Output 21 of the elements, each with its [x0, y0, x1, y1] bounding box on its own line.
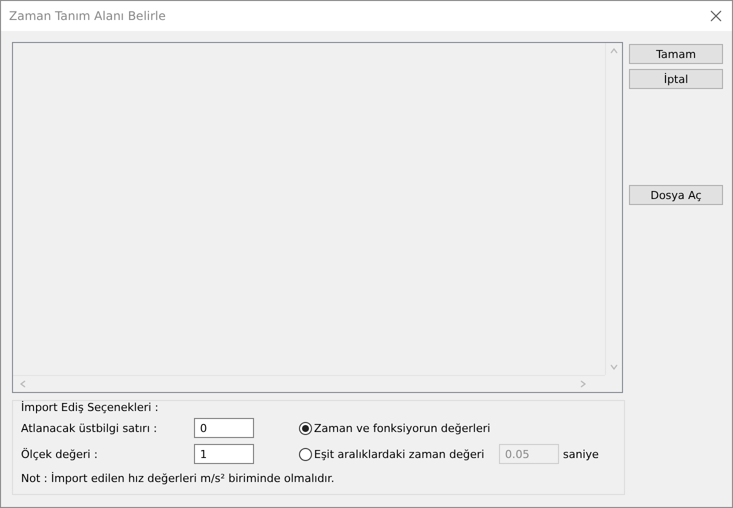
unit-label: saniye [562, 448, 600, 460]
window-title: Zaman Tanım Alanı Belirle [9, 9, 166, 23]
scroll-down-icon[interactable] [610, 363, 618, 371]
scroll-up-icon[interactable] [610, 47, 618, 55]
text-area[interactable] [12, 42, 623, 393]
input-field[interactable]: 0 [194, 418, 254, 438]
input-field[interactable]: 1 [194, 444, 254, 464]
radio-option[interactable]: Eşit aralıklardaki zaman değeri [299, 448, 499, 460]
open-file-button[interactable]: Dosya Aç [629, 185, 723, 205]
scroll-right-icon[interactable] [579, 380, 587, 388]
scroll-left-icon[interactable] [19, 380, 27, 388]
radio-icon[interactable] [299, 448, 312, 460]
dialog-button[interactable]: Tamam [629, 44, 723, 64]
field-label: Ölçek değeri : [21, 448, 99, 460]
dialog-button[interactable]: İptal [629, 69, 723, 89]
field-label: Atlanacak üstbilgi satırı : [21, 422, 158, 434]
group-title: İmport Ediş Seçenekleri : [21, 401, 160, 415]
radio-option[interactable]: Zaman ve fonksiyorun değerleri [299, 422, 499, 434]
close-icon[interactable] [710, 10, 722, 22]
radio-icon[interactable] [299, 422, 312, 434]
note-text: Not : İmport edilen hız değerleri m/s² biriminde olmalıdır. [21, 472, 336, 485]
